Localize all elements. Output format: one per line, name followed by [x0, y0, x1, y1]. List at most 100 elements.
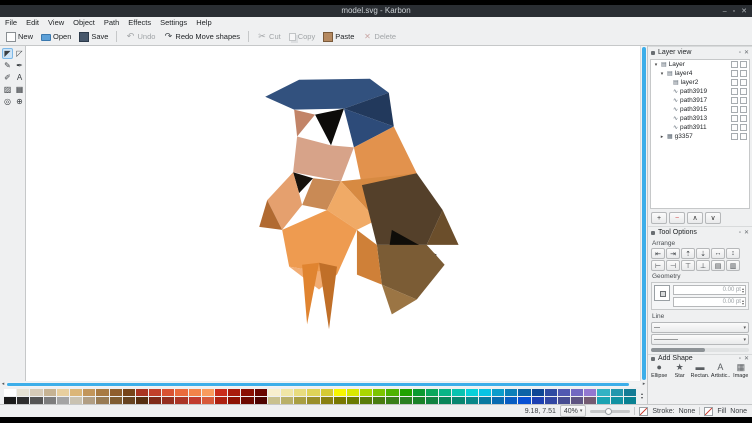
- arrange-button-3[interactable]: ⇣: [696, 248, 710, 259]
- visibility-toggle[interactable]: [731, 97, 738, 104]
- horizontal-scrollbar[interactable]: [6, 382, 641, 387]
- fill-swatch-icon[interactable]: [704, 407, 713, 416]
- color-swatch[interactable]: [597, 397, 609, 404]
- color-swatch[interactable]: [400, 397, 412, 404]
- palette-scroll[interactable]: ▴ ▾: [637, 392, 647, 400]
- color-swatch[interactable]: [202, 389, 214, 396]
- layer-view-header[interactable]: Layer view ▫ ✕: [648, 46, 752, 58]
- color-swatch[interactable]: [452, 389, 464, 396]
- color-swatch[interactable]: [294, 389, 306, 396]
- color-swatch[interactable]: [439, 389, 451, 396]
- visibility-toggle[interactable]: [731, 79, 738, 86]
- geometry-spin-x[interactable]: 0.00 pt▴▾: [673, 285, 746, 295]
- artwork-polygon[interactable]: [294, 110, 315, 137]
- zoom-select[interactable]: 40% ▾: [560, 405, 587, 417]
- arrange-button-10[interactable]: ▤: [711, 260, 725, 271]
- shape-ellipse[interactable]: ●Ellipse: [650, 363, 668, 379]
- arrange-button-8[interactable]: ⊤: [681, 260, 695, 271]
- pattern-tool[interactable]: ▦: [14, 84, 25, 95]
- lock-toggle[interactable]: [740, 133, 747, 140]
- close-docker-icon[interactable]: ✕: [744, 50, 749, 56]
- arrange-button-5[interactable]: ↕: [726, 248, 740, 259]
- color-swatch[interactable]: [558, 397, 570, 404]
- shape-rectangle[interactable]: ▬Rectan...: [691, 363, 709, 379]
- gradient-tool[interactable]: ▨: [2, 84, 13, 95]
- float-docker-icon[interactable]: ▫: [739, 356, 741, 362]
- color-swatch[interactable]: [347, 397, 359, 404]
- color-swatch[interactable]: [189, 397, 201, 404]
- vertical-scrollbar-thumb[interactable]: [642, 47, 646, 380]
- close-docker-icon[interactable]: ✕: [744, 356, 749, 362]
- color-swatch[interactable]: [505, 389, 517, 396]
- redo-button[interactable]: ↷Redo Move shapes: [160, 31, 243, 43]
- save-button[interactable]: Save: [76, 31, 111, 43]
- visibility-toggle[interactable]: [731, 133, 738, 140]
- lock-toggle[interactable]: [740, 124, 747, 131]
- color-swatch[interactable]: [505, 397, 517, 404]
- lower-layer-button[interactable]: ∨: [705, 212, 721, 224]
- layer-row[interactable]: ∿path3919: [651, 87, 749, 96]
- menu-help[interactable]: Help: [196, 18, 211, 27]
- docker-scrollbar-thumb[interactable]: [651, 348, 705, 352]
- color-swatch[interactable]: [479, 397, 491, 404]
- color-swatch[interactable]: [110, 389, 122, 396]
- color-swatch[interactable]: [189, 389, 201, 396]
- lock-toggle[interactable]: [740, 88, 747, 95]
- color-swatch[interactable]: [373, 389, 385, 396]
- color-swatch[interactable]: [17, 397, 29, 404]
- color-swatch[interactable]: [426, 397, 438, 404]
- artwork-polygon[interactable]: [315, 109, 344, 146]
- shape-image[interactable]: ▦Image: [732, 363, 750, 379]
- lock-toggle[interactable]: [740, 97, 747, 104]
- minimize-icon[interactable]: –: [723, 8, 727, 15]
- color-swatch[interactable]: [4, 389, 16, 396]
- artwork-polygon[interactable]: [319, 263, 337, 330]
- layer-row[interactable]: ∿path3915: [651, 105, 749, 114]
- close-icon[interactable]: ✕: [741, 7, 747, 15]
- docker-scrollbar[interactable]: [651, 348, 749, 352]
- color-swatch[interactable]: [439, 397, 451, 404]
- expander-icon[interactable]: ▾: [659, 71, 665, 77]
- stroke-swatch-icon[interactable]: [639, 407, 648, 416]
- color-swatch[interactable]: [281, 397, 293, 404]
- color-swatch[interactable]: [44, 397, 56, 404]
- menu-object[interactable]: Object: [73, 18, 95, 27]
- line-width-select[interactable]: ————▾: [651, 334, 749, 345]
- color-swatch[interactable]: [268, 397, 280, 404]
- zoom-slider-handle[interactable]: [605, 408, 612, 415]
- vertical-scrollbar[interactable]: [640, 46, 647, 381]
- layer-row[interactable]: ▾▤Layer: [651, 60, 749, 69]
- color-swatch[interactable]: [202, 397, 214, 404]
- color-swatch[interactable]: [624, 397, 636, 404]
- lock-toggle[interactable]: [740, 115, 747, 122]
- expander-icon[interactable]: ▾: [653, 62, 659, 68]
- color-swatch[interactable]: [123, 389, 135, 396]
- color-swatch[interactable]: [360, 389, 372, 396]
- color-swatch[interactable]: [532, 389, 544, 396]
- geometry-spin-y[interactable]: 0.00 pt▴▾: [673, 297, 746, 307]
- lock-toggle[interactable]: [740, 106, 747, 113]
- color-swatch[interactable]: [255, 389, 267, 396]
- color-swatch[interactable]: [492, 397, 504, 404]
- expander-icon[interactable]: ▸: [659, 134, 665, 140]
- tool-options-header[interactable]: Tool Options ▫ ✕: [648, 226, 752, 238]
- color-swatch[interactable]: [4, 397, 16, 404]
- color-swatch[interactable]: [307, 389, 319, 396]
- float-docker-icon[interactable]: ▫: [739, 230, 741, 236]
- lock-toggle[interactable]: [740, 61, 747, 68]
- lock-toggle[interactable]: [740, 70, 747, 77]
- palette-scroll-down-icon[interactable]: ▾: [641, 396, 643, 400]
- select-tool[interactable]: ◤: [2, 48, 13, 59]
- color-swatch[interactable]: [123, 397, 135, 404]
- cut-button[interactable]: ✂Cut: [254, 31, 284, 43]
- add-layer-button[interactable]: +: [651, 212, 667, 224]
- color-swatch[interactable]: [413, 389, 425, 396]
- zoom-tool[interactable]: ◎: [2, 96, 13, 107]
- color-swatch[interactable]: [83, 397, 95, 404]
- color-swatch[interactable]: [571, 397, 583, 404]
- pan-tool[interactable]: ⊕: [14, 96, 25, 107]
- layer-row[interactable]: ∿path3917: [651, 96, 749, 105]
- anchor-position-widget[interactable]: [654, 285, 670, 301]
- color-swatch[interactable]: [281, 389, 293, 396]
- close-docker-icon[interactable]: ✕: [744, 230, 749, 236]
